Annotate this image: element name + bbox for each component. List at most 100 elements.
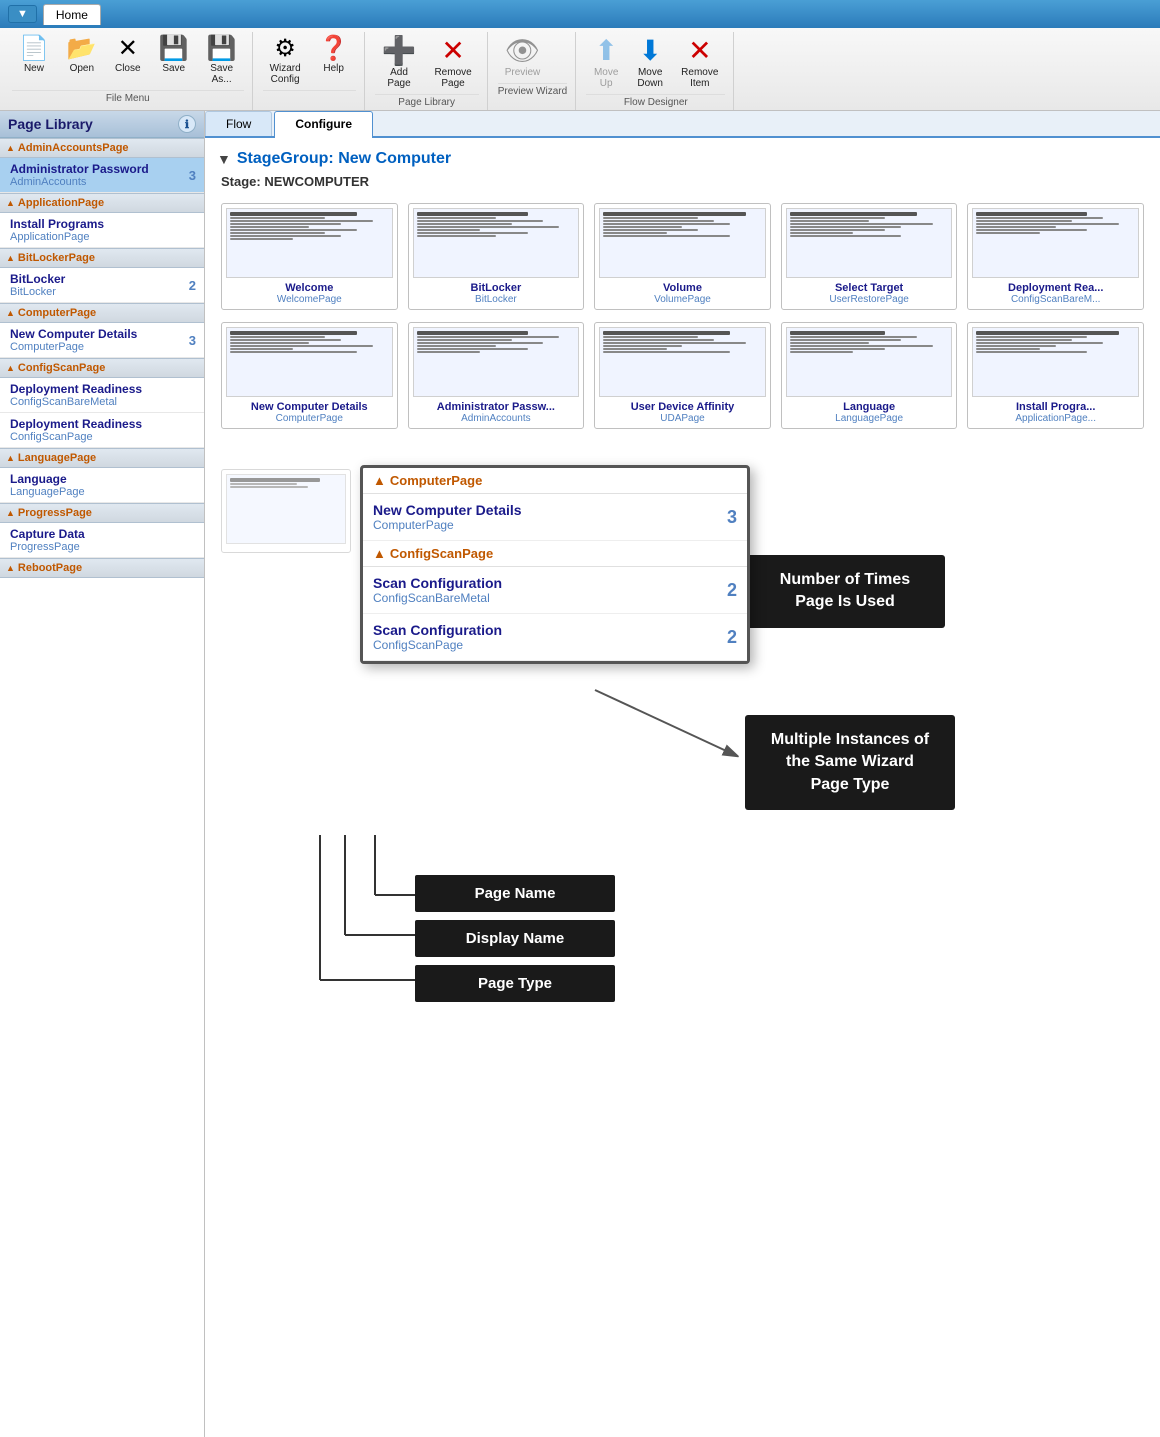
sidebar-item-type: AdminAccounts bbox=[10, 176, 149, 188]
page-card-1[interactable]: 1 Welcome WelcomePage bbox=[221, 203, 398, 310]
page-thumbnail-3 bbox=[599, 208, 766, 278]
sidebar-item-type: ComputerPage bbox=[10, 341, 137, 353]
main-area: Page Library ℹ ▲ AdminAccountsPage Admin… bbox=[0, 111, 1160, 1437]
page-card-name-10: Install Progra... bbox=[1016, 401, 1095, 413]
sidebar-category-reboot[interactable]: ▲ RebootPage bbox=[0, 558, 204, 578]
add-page-button[interactable]: ➕ Add Page bbox=[375, 34, 424, 92]
zoomed-item-type: ComputerPage bbox=[373, 518, 522, 532]
app-menu-button[interactable]: ▼ bbox=[8, 5, 37, 23]
page-type-annotation: Page Type bbox=[415, 965, 615, 1002]
zoomed-item-type: ConfigScanBareMetal bbox=[373, 591, 502, 605]
sidebar-item-display-name: Deployment Readiness bbox=[10, 417, 142, 431]
zoomed-item-computer[interactable]: New Computer Details ComputerPage 3 bbox=[363, 494, 747, 541]
remove-item-label: Remove Item bbox=[681, 67, 718, 89]
sidebar-category-bitlocker[interactable]: ▲ BitLockerPage bbox=[0, 248, 204, 268]
save-button[interactable]: 💾 Save bbox=[152, 34, 196, 77]
wizard-group-label bbox=[263, 90, 356, 104]
sidebar-category-label: LanguagePage bbox=[18, 452, 96, 464]
caret-icon: ▲ bbox=[6, 143, 15, 153]
sidebar-item-content: Deployment Readiness ConfigScanPage bbox=[10, 417, 142, 443]
zoomed-item-scan-2[interactable]: Scan Configuration ConfigScanPage 2 bbox=[363, 614, 747, 661]
sidebar-item-install-programs[interactable]: Install Programs ApplicationPage bbox=[0, 213, 204, 248]
page-card-7[interactable]: 7 Administrator Passw... AdminAccounts bbox=[408, 322, 585, 429]
pages-row-2: 6 New Computer Details ComputerPage 7 bbox=[217, 318, 1148, 433]
page-card-10[interactable]: 10 Install Progra... ApplicationPage... bbox=[967, 322, 1144, 429]
sidebar-item-deployment-readiness-2[interactable]: Deployment Readiness ConfigScanPage bbox=[0, 413, 204, 448]
caret-icon: ▲ bbox=[373, 546, 386, 561]
wizard-config-button[interactable]: ⚙ Wizard Config bbox=[263, 34, 308, 88]
stage-group-label: StageGroup: New Computer bbox=[237, 150, 451, 168]
page-card-8[interactable]: 8 User Device Affinity UDAPage bbox=[594, 322, 771, 429]
page-card-4[interactable]: 4 Select Target UserRestorePage bbox=[781, 203, 958, 310]
sidebar-item-bitlocker[interactable]: BitLocker BitLocker 2 bbox=[0, 268, 204, 303]
move-down-icon: ⬇ bbox=[638, 37, 661, 65]
sidebar: Page Library ℹ ▲ AdminAccountsPage Admin… bbox=[0, 111, 205, 1437]
page-thumbnail-4 bbox=[786, 208, 953, 278]
sidebar-category-language[interactable]: ▲ LanguagePage bbox=[0, 448, 204, 468]
save-as-button[interactable]: 💾 Save As... bbox=[200, 34, 244, 88]
open-button[interactable]: 📂 Open bbox=[60, 34, 104, 77]
zoomed-item-count: 2 bbox=[727, 580, 737, 601]
remove-page-icon: ✕ bbox=[441, 37, 464, 65]
sidebar-category-configscan[interactable]: ▲ ConfigScanPage bbox=[0, 358, 204, 378]
move-down-button[interactable]: ⬇ Move Down bbox=[630, 34, 670, 92]
ribbon-group-wizard-items: ⚙ Wizard Config ❓ Help bbox=[263, 34, 356, 88]
ribbon: 📄 New 📂 Open ✕ Close 💾 Save 💾 Save bbox=[0, 28, 1160, 111]
sidebar-category-label: ApplicationPage bbox=[18, 197, 104, 209]
sidebar-category-label: BitLockerPage bbox=[18, 252, 95, 264]
zoomed-category-label: ComputerPage bbox=[390, 473, 482, 488]
page-card-type-2: BitLocker bbox=[475, 294, 517, 305]
preview-button[interactable]: 👁 Preview bbox=[498, 34, 548, 81]
page-card-2[interactable]: 2 BitLocker BitLocker bbox=[408, 203, 585, 310]
page-card-5[interactable]: 5 Deployment Rea... ConfigScanBareM... bbox=[967, 203, 1144, 310]
sidebar-item-capture-data[interactable]: Capture Data ProgressPage bbox=[0, 523, 204, 558]
sidebar-item-deployment-readiness-1[interactable]: Deployment Readiness ConfigScanBareMetal bbox=[0, 378, 204, 413]
sidebar-header: Page Library ℹ bbox=[0, 111, 204, 138]
wizard-config-label: Wizard Config bbox=[270, 63, 301, 85]
sidebar-item-admin-password[interactable]: Administrator Password AdminAccounts 3 bbox=[0, 158, 204, 193]
page-card-3[interactable]: 3 Volume VolumePage bbox=[594, 203, 771, 310]
ribbon-group-flow-items: ⬆ Move Up ⬇ Move Down ✕ Remove Item bbox=[586, 34, 725, 92]
tab-flow[interactable]: Flow bbox=[205, 111, 272, 136]
page-card-name-7: Administrator Passw... bbox=[437, 401, 555, 413]
page-card-name-2: BitLocker bbox=[471, 282, 522, 294]
sidebar-item-content: Capture Data ProgressPage bbox=[10, 527, 85, 553]
ribbon-group-page-library-items: ➕ Add Page ✕ Remove Page bbox=[375, 34, 479, 92]
remove-page-button[interactable]: ✕ Remove Page bbox=[427, 34, 478, 92]
sidebar-item-language[interactable]: Language LanguagePage bbox=[0, 468, 204, 503]
sidebar-info-button[interactable]: ℹ bbox=[178, 115, 196, 133]
home-tab[interactable]: Home bbox=[43, 4, 101, 25]
caret-icon: ▲ bbox=[6, 253, 15, 263]
collapse-button[interactable]: ▼ bbox=[217, 151, 231, 167]
page-card-9[interactable]: 9 Language LanguagePage bbox=[781, 322, 958, 429]
page-thumbnail-6 bbox=[226, 327, 393, 397]
ribbon-group-preview-items: 👁 Preview bbox=[498, 34, 567, 81]
zoomed-item-scan-1[interactable]: Scan Configuration ConfigScanBareMetal 2 bbox=[363, 567, 747, 614]
close-button[interactable]: ✕ Close bbox=[108, 34, 148, 77]
zoomed-item-display-name: Scan Configuration bbox=[373, 575, 502, 591]
sidebar-category-computer[interactable]: ▲ ComputerPage bbox=[0, 303, 204, 323]
tab-configure[interactable]: Configure bbox=[274, 111, 373, 138]
ribbon-group-file-menu: 📄 New 📂 Open ✕ Close 💾 Save 💾 Save bbox=[4, 32, 253, 110]
caret-icon: ▲ bbox=[6, 508, 15, 518]
count-label-box: Number of Times Page Is Used bbox=[745, 555, 945, 628]
sidebar-item-new-computer-details[interactable]: New Computer Details ComputerPage 3 bbox=[0, 323, 204, 358]
page-card-partial-1[interactable] bbox=[221, 469, 351, 553]
remove-item-button[interactable]: ✕ Remove Item bbox=[674, 34, 725, 92]
sidebar-category-progress[interactable]: ▲ ProgressPage bbox=[0, 503, 204, 523]
page-card-name-8: User Device Affinity bbox=[631, 401, 735, 413]
new-button[interactable]: 📄 New bbox=[12, 34, 56, 77]
zoomed-item-computer-content: New Computer Details ComputerPage bbox=[373, 502, 522, 532]
page-card-6[interactable]: 6 New Computer Details ComputerPage bbox=[221, 322, 398, 429]
sidebar-category-application[interactable]: ▲ ApplicationPage bbox=[0, 193, 204, 213]
page-card-type-9: LanguagePage bbox=[835, 413, 903, 424]
help-button[interactable]: ❓ Help bbox=[312, 34, 356, 77]
zoomed-category-computer: ▲ ComputerPage bbox=[363, 468, 747, 494]
sidebar-category-label: ComputerPage bbox=[18, 307, 96, 319]
sidebar-item-display-name: Capture Data bbox=[10, 527, 85, 541]
move-up-button[interactable]: ⬆ Move Up bbox=[586, 34, 626, 92]
sidebar-category-adminaccounts[interactable]: ▲ AdminAccountsPage bbox=[0, 138, 204, 158]
sidebar-item-display-name: BitLocker bbox=[10, 272, 65, 286]
page-card-type-1: WelcomePage bbox=[277, 294, 342, 305]
sidebar-item-count: 2 bbox=[189, 278, 196, 293]
